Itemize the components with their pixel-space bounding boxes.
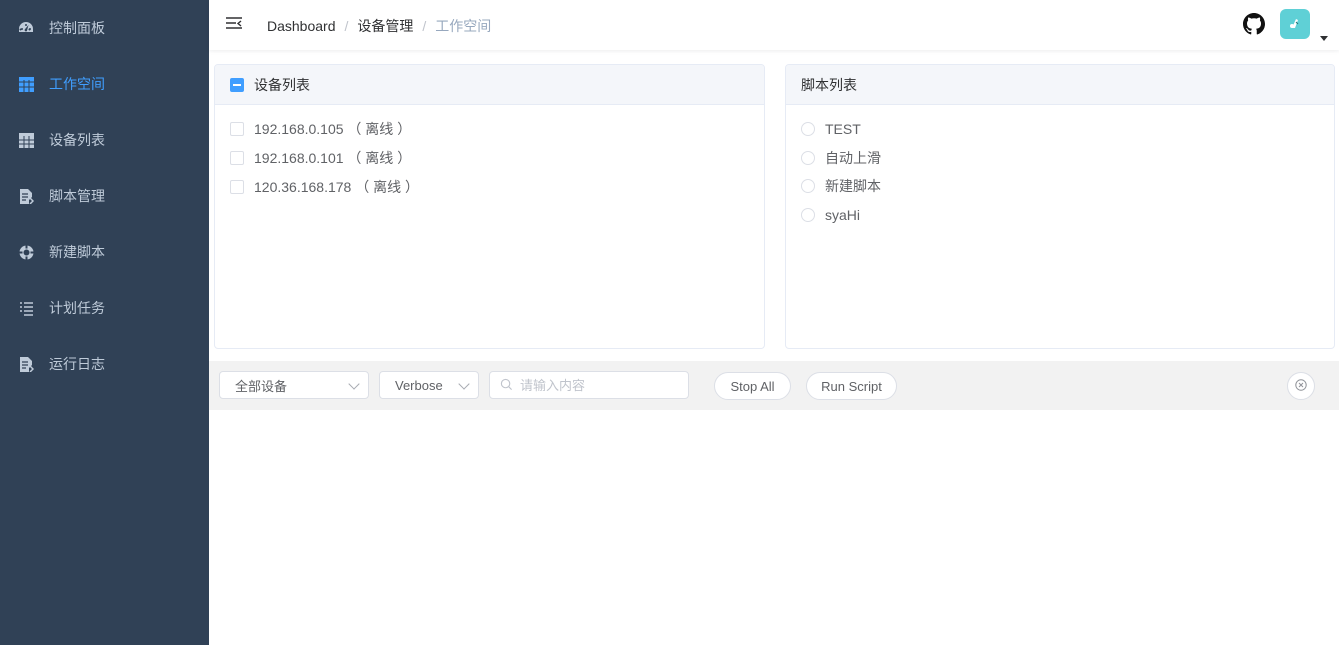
log-toolbar: 全部设备 Verbose Stop All Run Script — [209, 361, 1339, 410]
script-label: syaHi — [825, 206, 861, 223]
hamburger-menu-icon[interactable] — [225, 15, 245, 35]
clear-log-button[interactable] — [1287, 372, 1315, 400]
sidebar: 控制面板 工作空间 设备列表 脚本管理 新建脚本 计划任务 运行日志 — [0, 0, 209, 645]
device-list-body: 192.168.0.105 （ 离线 ） 192.168.0.101 （ 离线 … — [215, 105, 764, 216]
sidebar-item-label: 脚本管理 — [49, 188, 105, 204]
sidebar-item-scheduled-tasks[interactable]: 计划任务 — [0, 280, 209, 336]
dashboard-icon — [18, 20, 34, 36]
sidebar-item-label: 计划任务 — [49, 300, 105, 316]
breadcrumb-workspace: 工作空间 — [435, 18, 492, 34]
script-radio[interactable] — [801, 150, 815, 165]
sidebar-item-dashboard[interactable]: 控制面板 — [0, 0, 209, 56]
sidebar-item-label: 运行日志 — [49, 356, 105, 372]
select-all-devices-checkbox[interactable] — [230, 77, 244, 92]
script-item[interactable]: syaHi — [801, 201, 1319, 230]
breadcrumb-separator: / — [422, 18, 427, 34]
script-radio[interactable] — [801, 207, 815, 222]
table-icon — [18, 132, 34, 148]
breadcrumb-separator: / — [344, 18, 349, 34]
device-list-title: 设备列表 — [254, 76, 310, 93]
device-list-card: 设备列表 192.168.0.105 （ 离线 ） 192.168.0.101 … — [214, 64, 765, 349]
sidebar-item-devices[interactable]: 设备列表 — [0, 112, 209, 168]
breadcrumb-device-manage[interactable]: 设备管理 — [357, 16, 413, 36]
device-item[interactable]: 120.36.168.178 （ 离线 ） — [230, 172, 749, 201]
stop-all-button[interactable]: Stop All — [714, 372, 791, 400]
script-label: TEST — [825, 121, 861, 138]
search-field — [489, 371, 689, 399]
sidebar-item-label: 控制面板 — [49, 20, 105, 36]
navbar: Dashboard / 设备管理 / 工作空间 — [209, 0, 1339, 50]
device-label: 192.168.0.101 （ 离线 ） — [254, 149, 412, 166]
script-item[interactable]: 新建脚本 — [801, 172, 1319, 201]
script-list-card: 脚本列表 TEST 自动上滑 新建脚本 syaHi — [785, 64, 1335, 349]
script-label: 自动上滑 — [825, 149, 881, 166]
breadcrumb: Dashboard / 设备管理 / 工作空间 — [267, 16, 491, 36]
github-icon[interactable] — [1243, 13, 1267, 37]
device-item[interactable]: 192.168.0.105 （ 离线 ） — [230, 114, 749, 143]
sidebar-item-new-script[interactable]: 新建脚本 — [0, 224, 209, 280]
sidebar-item-label: 工作空间 — [49, 76, 105, 92]
sidebar-item-workspace[interactable]: 工作空间 — [0, 56, 209, 112]
search-input[interactable] — [520, 377, 680, 393]
device-checkbox[interactable] — [230, 179, 244, 194]
document-icon — [18, 188, 34, 204]
device-label: 192.168.0.105 （ 离线 ） — [254, 120, 412, 137]
script-list-header: 脚本列表 — [786, 65, 1334, 105]
sidebar-item-label: 设备列表 — [49, 132, 105, 148]
device-filter-select[interactable]: 全部设备 — [219, 371, 369, 399]
device-checkbox[interactable] — [230, 150, 244, 165]
chevron-down-icon — [458, 378, 470, 390]
script-label: 新建脚本 — [825, 178, 881, 195]
log-level-value: Verbose — [395, 377, 443, 393]
log-level-select[interactable]: Verbose — [379, 371, 479, 399]
avatar[interactable] — [1280, 9, 1310, 39]
script-item[interactable]: TEST — [801, 115, 1319, 144]
script-item[interactable]: 自动上滑 — [801, 144, 1319, 173]
grid-icon — [18, 76, 34, 92]
log-output — [209, 410, 1339, 645]
user-dropdown-caret-icon[interactable] — [1320, 36, 1328, 41]
search-icon — [500, 378, 514, 392]
script-radio[interactable] — [801, 122, 815, 137]
sidebar-item-run-logs[interactable]: 运行日志 — [0, 336, 209, 392]
device-item[interactable]: 192.168.0.101 （ 离线 ） — [230, 143, 749, 172]
device-filter-value: 全部设备 — [235, 378, 288, 394]
lifebuoy-icon — [18, 244, 34, 260]
run-script-button[interactable]: Run Script — [806, 372, 897, 400]
list-icon — [18, 300, 34, 316]
script-radio[interactable] — [801, 179, 815, 194]
script-list-title: 脚本列表 — [801, 76, 857, 93]
sidebar-item-label: 新建脚本 — [49, 244, 105, 260]
device-label: 120.36.168.178 （ 离线 ） — [254, 178, 419, 195]
document-icon — [18, 356, 34, 372]
script-list-body: TEST 自动上滑 新建脚本 syaHi — [786, 105, 1334, 244]
circle-close-icon — [1295, 378, 1307, 394]
device-list-header: 设备列表 — [215, 65, 764, 105]
sidebar-item-script-manage[interactable]: 脚本管理 — [0, 168, 209, 224]
breadcrumb-dashboard[interactable]: Dashboard — [267, 18, 336, 34]
chevron-down-icon — [348, 378, 360, 390]
device-checkbox[interactable] — [230, 121, 244, 136]
